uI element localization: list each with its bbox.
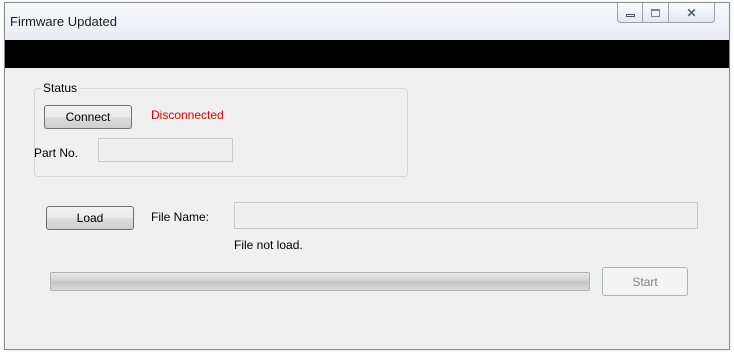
firmware-window: Firmware Updated ✕ Status Connect Discon… [4, 2, 730, 350]
maximize-icon [651, 8, 660, 17]
window-title: Firmware Updated [10, 14, 117, 29]
file-name-field[interactable] [234, 202, 698, 229]
file-name-label: File Name: [151, 210, 210, 224]
close-icon: ✕ [686, 5, 697, 20]
title-bar[interactable]: Firmware Updated ✕ [5, 3, 729, 40]
status-groupbox: Status [34, 81, 408, 177]
progress-bar [50, 272, 590, 291]
minimize-button[interactable] [617, 3, 643, 23]
part-no-field[interactable] [98, 138, 233, 162]
file-status-text: File not load. [234, 238, 303, 252]
connect-button[interactable]: Connect [44, 105, 132, 129]
maximize-button[interactable] [643, 3, 669, 23]
part-no-label: Part No. [34, 146, 79, 160]
minimize-icon [625, 13, 635, 17]
header-bar [5, 40, 729, 68]
window-controls: ✕ [617, 3, 715, 23]
status-legend: Status [43, 81, 78, 95]
connection-status: Disconnected [151, 108, 224, 122]
close-button[interactable]: ✕ [669, 3, 715, 23]
start-button[interactable]: Start [602, 267, 688, 296]
load-button[interactable]: Load [46, 206, 134, 230]
